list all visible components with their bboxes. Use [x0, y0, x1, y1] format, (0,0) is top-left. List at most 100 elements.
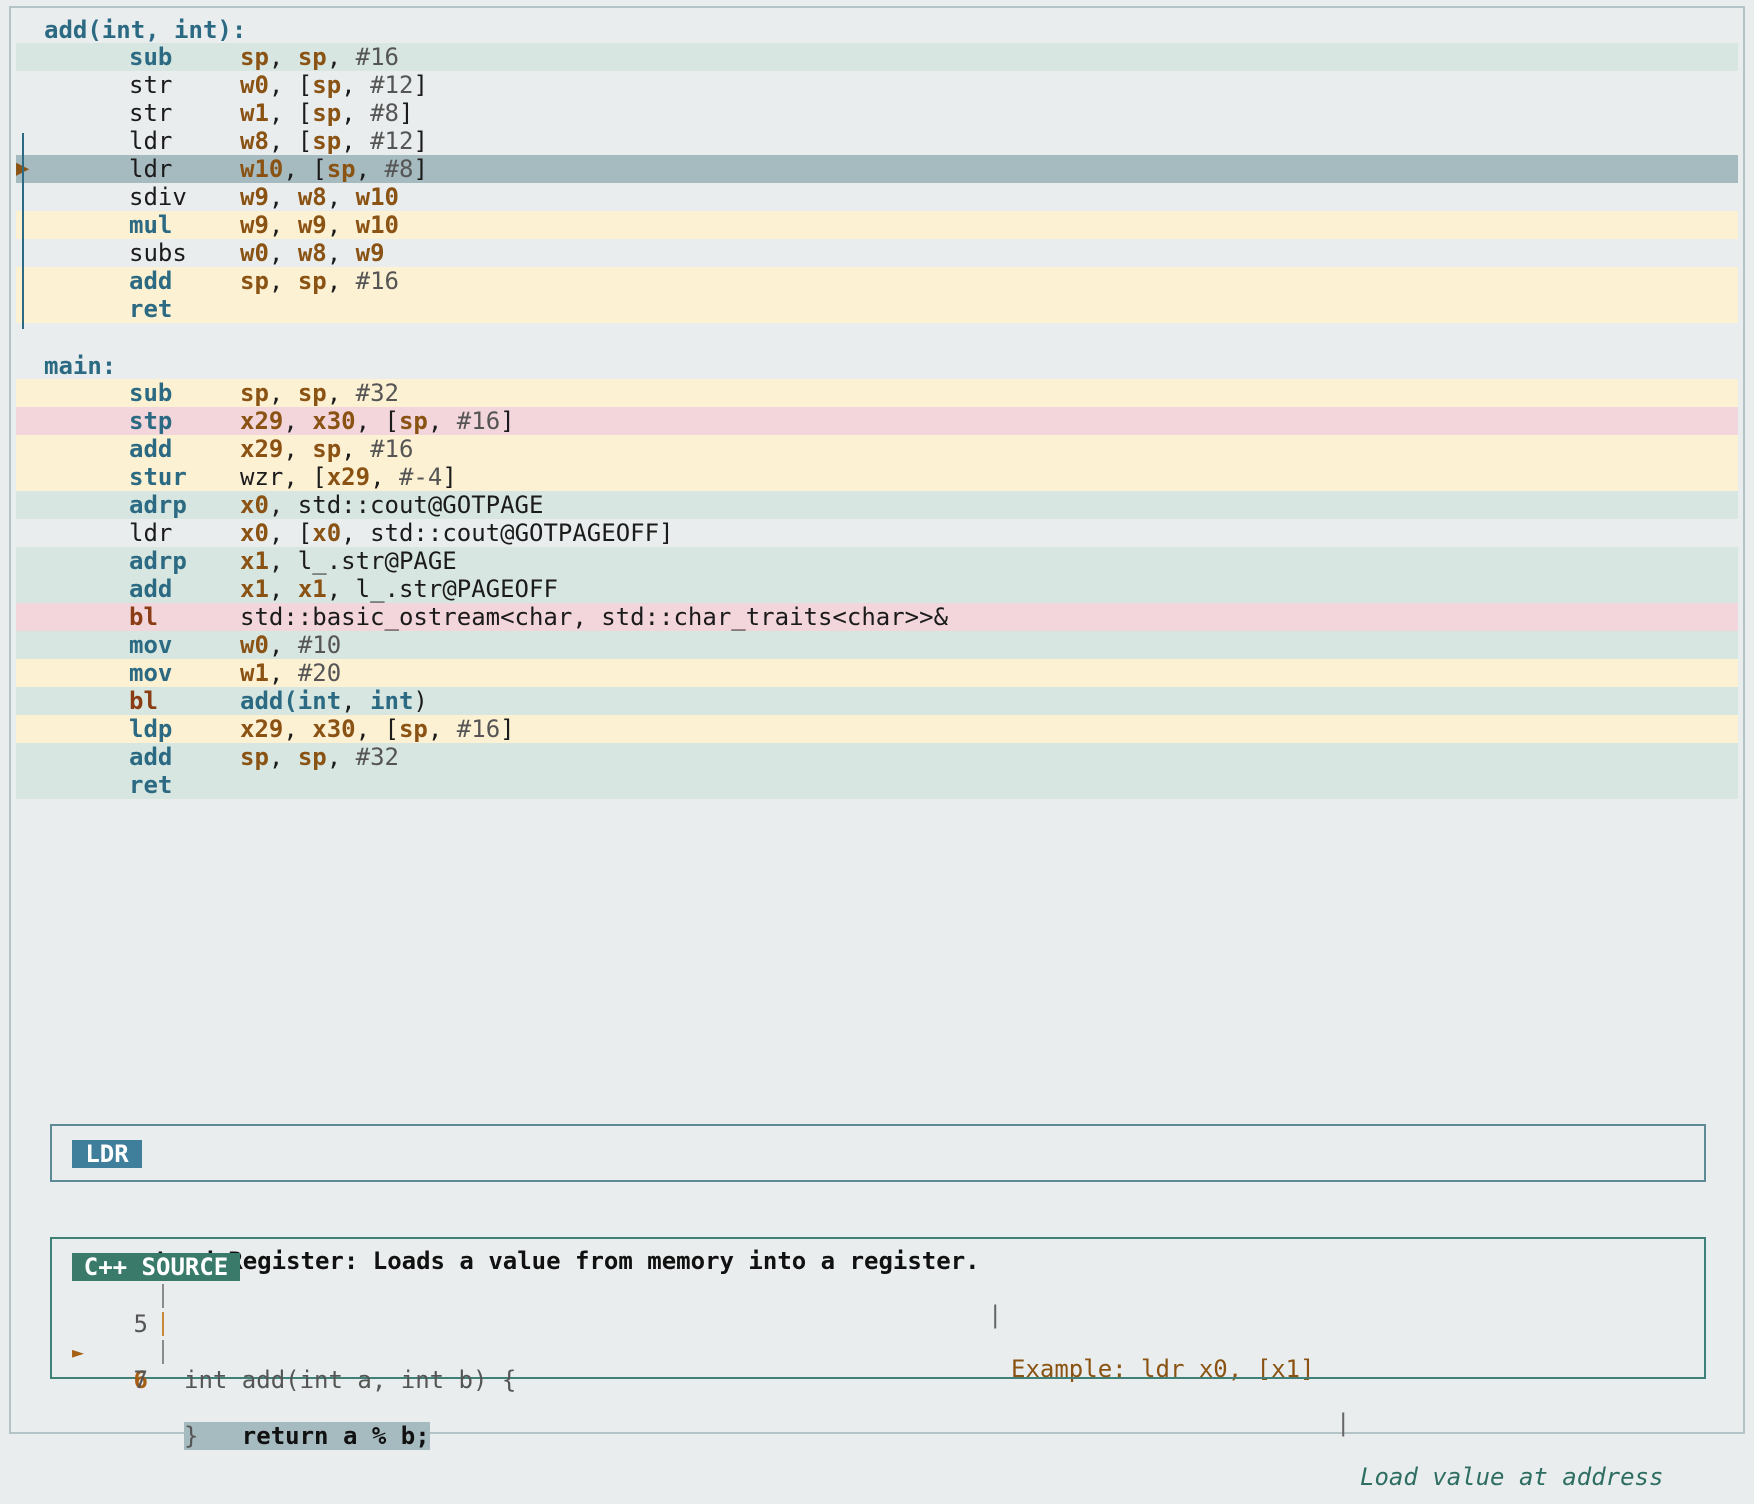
operand-text: ,: [427, 407, 457, 435]
function-label-main[interactable]: main:: [44, 352, 116, 380]
instruction-row[interactable]: stp x29, x30, [sp, #16]: [16, 407, 1738, 435]
operand-text: ,: [326, 379, 356, 407]
function-label-add[interactable]: add(int, int):: [44, 16, 246, 44]
instruction-row[interactable]: add sp, sp, #32: [16, 743, 1738, 771]
operand-text: ,: [268, 239, 298, 267]
register: w1: [240, 99, 269, 127]
operand-text: ]: [413, 127, 428, 155]
immediate: #16: [370, 435, 414, 463]
instruction-row[interactable]: stur wzr, [x29, #-4]: [16, 463, 1738, 491]
register: w0: [240, 71, 269, 99]
operand-text: ,: [326, 211, 356, 239]
register: w10: [240, 155, 284, 183]
operand-text: wzr, [: [240, 463, 327, 491]
register: x30: [312, 407, 356, 435]
instruction-row[interactable]: subs w0, w8, w9: [16, 239, 1738, 267]
operand-text: ,: [341, 99, 371, 127]
mnemonic: adrp: [129, 491, 187, 519]
instruction-row[interactable]: str w1, [sp, #8]: [16, 99, 1738, 127]
instruction-row[interactable]: mov w0, #10: [16, 631, 1738, 659]
mnemonic: mov: [129, 631, 173, 659]
instruction-row[interactable]: adrp x0, std::cout@GOTPAGE: [16, 491, 1738, 519]
operands: sp, sp, #32: [240, 379, 399, 407]
operands: w9, w9, w10: [240, 211, 399, 239]
cpp-source-panel: C++ SOURCE 5 int add(int a, int b) { ► 6…: [50, 1237, 1706, 1450]
separator: |: [1336, 1409, 1351, 1437]
operands: sp, sp, #32: [240, 743, 399, 771]
instruction-row[interactable]: sub sp, sp, #16: [16, 43, 1738, 71]
register: sp: [297, 379, 327, 407]
gutter-divider: [162, 1284, 164, 1308]
mnemonic: subs: [129, 239, 187, 267]
instruction-row[interactable]: add x1, x1, l_.str@PAGEOFF: [16, 575, 1738, 603]
operand-text: , [: [283, 155, 327, 183]
operand-text: ,: [283, 435, 313, 463]
register: x1: [240, 547, 269, 575]
operands: x0, [x0, std::cout@GOTPAGEOFF]: [240, 519, 674, 547]
instruction-row[interactable]: ldr w8, [sp, #12]: [16, 127, 1738, 155]
register: sp: [312, 99, 342, 127]
instruction-row[interactable]: ret: [16, 295, 1738, 323]
operands: w0, w8, w9: [240, 239, 385, 267]
operand-text: ,: [341, 435, 371, 463]
immediate: #8: [384, 155, 414, 183]
instruction-row[interactable]: mov w1, #20: [16, 659, 1738, 687]
source-line[interactable]: 7 }: [52, 1338, 1702, 1450]
operands: w9, w8, w10: [240, 183, 399, 211]
mnemonic: add: [129, 267, 173, 295]
operand-text: , [: [268, 519, 313, 547]
register: x0: [240, 519, 269, 547]
operand-text: int: [370, 687, 414, 715]
operand-text: ,: [326, 743, 356, 771]
source-line[interactable]: 5 int add(int a, int b) {: [52, 1282, 1702, 1394]
operand-text: ,: [268, 659, 298, 687]
mnemonic: ret: [129, 771, 173, 799]
immediate: #20: [297, 659, 342, 687]
instruction-row[interactable]: ret: [16, 771, 1738, 799]
instruction-row[interactable]: mul w9, w9, w10: [16, 211, 1738, 239]
instruction-row[interactable]: str w0, [sp, #12]: [16, 71, 1738, 99]
operand-text: , std::cout@GOTPAGE: [268, 491, 544, 519]
register: sp: [240, 743, 269, 771]
instruction-row[interactable]: sdiv w9, w8, w10: [16, 183, 1738, 211]
immediate: #12: [370, 71, 414, 99]
register: sp: [297, 267, 327, 295]
instruction-row-current[interactable]: ▶ldrw10, [sp, #8]: [16, 155, 1738, 183]
instruction-row[interactable]: ldp x29, x30, [sp, #16]: [16, 715, 1738, 743]
operands: w8, [sp, #12]: [240, 127, 428, 155]
operand-text: ,: [268, 743, 298, 771]
mnemonic: ldr: [129, 155, 173, 183]
instruction-row[interactable]: bl add(int, int): [16, 687, 1738, 715]
immediate: #12: [370, 127, 414, 155]
mnemonic: add: [129, 575, 173, 603]
operand-text: std::basic_ostream<char, std::char_trait…: [240, 603, 949, 631]
register: sp: [312, 435, 342, 463]
operand-text: , std::cout@GOTPAGEOFF]: [341, 519, 674, 547]
immediate: #-4: [398, 463, 443, 491]
instruction-help-bar: LDR Load Register: Loads a value from me…: [50, 1124, 1706, 1491]
operand-text: ,: [268, 575, 298, 603]
register: x1: [240, 575, 269, 603]
source-line-current[interactable]: ► 6 return a % b;: [52, 1310, 1702, 1450]
instruction-row[interactable]: ldr x0, [x0, std::cout@GOTPAGEOFF]: [16, 519, 1738, 547]
operand-text: ]: [413, 155, 428, 183]
operand-text: ,: [268, 43, 298, 71]
instruction-row[interactable]: bl std::basic_ostream<char, std::char_tra…: [16, 603, 1738, 631]
register: w0: [240, 239, 269, 267]
operands: std::basic_ostream<char, std::char_trait…: [240, 603, 948, 631]
operand-text: , [: [355, 407, 399, 435]
instruction-row[interactable]: sub sp, sp, #32: [16, 379, 1738, 407]
instruction-badge: LDR: [72, 1140, 142, 1168]
operand-text: ,: [341, 71, 371, 99]
instruction-row[interactable]: adrp x1, l_.str@PAGE: [16, 547, 1738, 575]
operand-text: ,: [326, 239, 356, 267]
mnemonic: bl: [129, 687, 158, 715]
instruction-row[interactable]: add x29, sp, #16: [16, 435, 1738, 463]
register: w9: [355, 239, 385, 267]
operand-text: ]: [398, 99, 414, 127]
register: sp: [297, 43, 327, 71]
register: w9: [240, 183, 269, 211]
operand-text: ,: [355, 155, 385, 183]
instruction-row[interactable]: add sp, sp, #16: [16, 267, 1738, 295]
operand-text: ,: [268, 379, 298, 407]
